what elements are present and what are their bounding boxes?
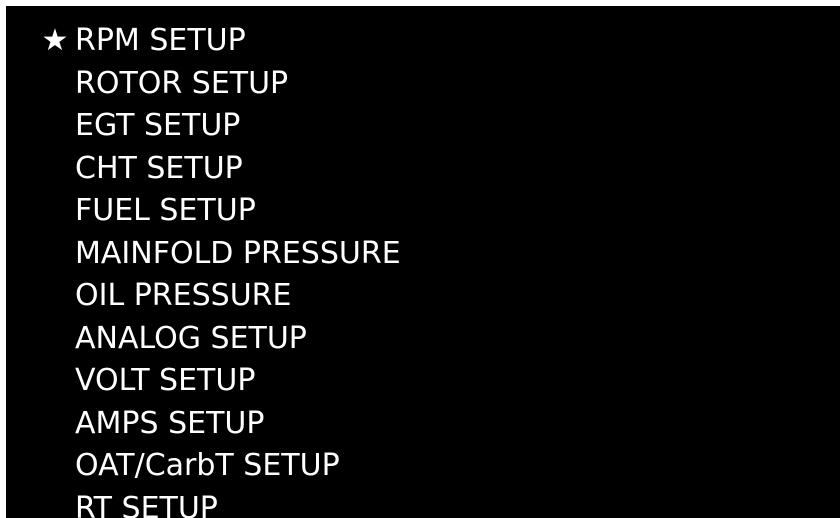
menu-item-label: RPM SETUP (75, 23, 246, 58)
menu-item-analog-setup[interactable]: ANALOG SETUP (6, 318, 401, 361)
star-icon: ★ (41, 23, 69, 58)
menu-item-fuel-setup[interactable]: FUEL SETUP (6, 190, 401, 233)
menu-item-label: OAT/CarbT SETUP (75, 448, 340, 483)
menu-item-rotor-setup[interactable]: ROTOR SETUP (6, 63, 401, 106)
menu-item-label: EGT SETUP (75, 108, 241, 143)
menu-item-label: OIL PRESSURE (75, 278, 292, 313)
menu-item-oat-carbt-setup[interactable]: OAT/CarbT SETUP (6, 445, 401, 488)
menu-item-egt-setup[interactable]: EGT SETUP (6, 105, 401, 148)
menu-item-cht-setup[interactable]: CHT SETUP (6, 148, 401, 191)
setup-menu-screen: ★ RPM SETUP ROTOR SETUP EGT SETUP CHT SE… (6, 6, 840, 518)
menu-item-mainfold-pressure[interactable]: MAINFOLD PRESSURE (6, 233, 401, 276)
menu-item-oil-pressure[interactable]: OIL PRESSURE (6, 275, 401, 318)
menu-item-amps-setup[interactable]: AMPS SETUP (6, 403, 401, 446)
menu-item-label: ANALOG SETUP (75, 320, 307, 356)
setup-menu-list: ★ RPM SETUP ROTOR SETUP EGT SETUP CHT SE… (6, 20, 401, 518)
menu-item-label: MAINFOLD PRESSURE (75, 235, 401, 271)
menu-item-volt-setup[interactable]: VOLT SETUP (6, 360, 401, 403)
menu-item-label: ROTOR SETUP (75, 65, 289, 101)
menu-item-rpm-setup[interactable]: ★ RPM SETUP (6, 20, 401, 63)
menu-item-label: RT SETUP (75, 490, 218, 518)
menu-item-rt-setup[interactable]: RT SETUP (6, 488, 401, 518)
menu-item-label: FUEL SETUP (75, 193, 256, 228)
menu-item-label: CHT SETUP (75, 150, 243, 186)
menu-item-label: VOLT SETUP (75, 363, 256, 398)
menu-item-label: AMPS SETUP (75, 405, 265, 441)
